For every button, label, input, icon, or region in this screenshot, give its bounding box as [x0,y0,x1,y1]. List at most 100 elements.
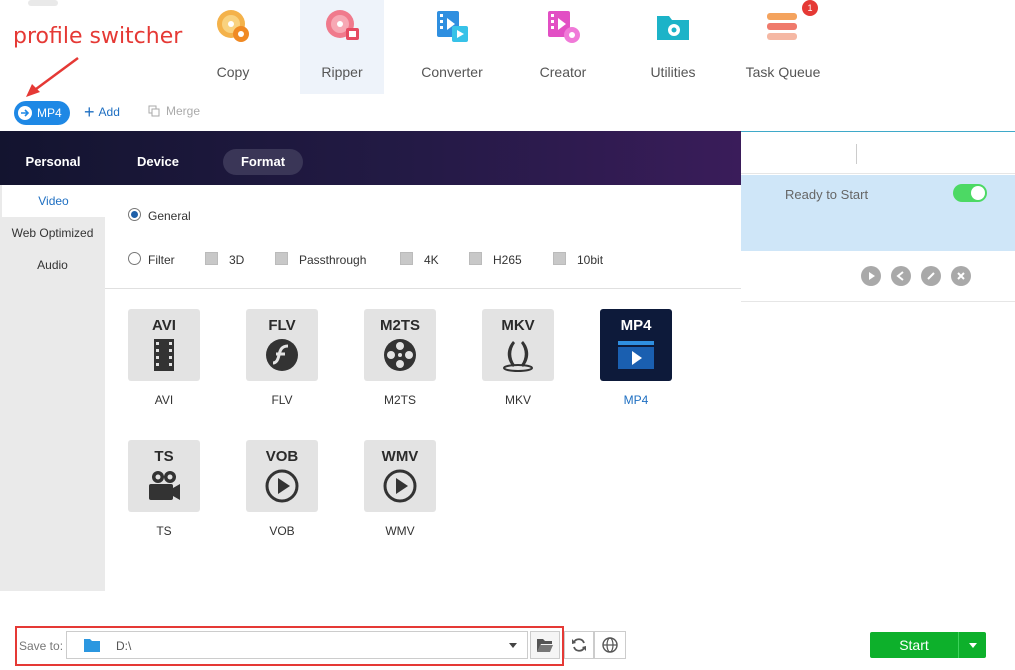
filter-passthrough-label: Passthrough [299,253,367,267]
header-separator [856,144,857,164]
filter-3d-checkbox[interactable] [205,252,218,265]
nav-creator-label: Creator [539,64,587,80]
format-ts-title: TS [154,448,174,465]
plus-icon: + [84,102,95,122]
nav-utilities[interactable]: Utilities [618,0,728,94]
format-vob[interactable]: VOB VOB [246,440,318,538]
remove-button[interactable] [951,266,971,286]
task-queue-badge: 1 [802,0,818,16]
format-wmv-label: WMV [385,524,415,538]
tab-personal[interactable]: Personal [14,149,92,175]
format-avi-title: AVI [152,317,176,334]
filter-4k-checkbox[interactable] [400,252,413,265]
browse-folder-button[interactable] [530,631,560,659]
flash-icon [266,339,298,371]
play-circle-icon [383,469,417,503]
filter-4k-label: 4K [424,253,439,267]
merge-button-label: Merge [166,104,201,118]
merge-icon [148,105,160,117]
format-m2ts[interactable]: M2TS M2TS [364,309,436,407]
annotation-arrow-icon [26,56,79,97]
nav-ripper-label: Ripper [321,64,363,80]
format-mkv-title: MKV [501,317,535,334]
task-status: Ready to Start [785,187,869,202]
filter-passthrough-checkbox[interactable] [275,252,288,265]
pencil-icon [927,272,935,280]
format-m2ts-title: M2TS [379,317,420,334]
format-options: General Filter 3D Passthrough 4K H265 10… [105,185,741,289]
matroska-icon [503,341,533,372]
format-ts-label: TS [156,524,172,538]
filter-label: Filter [148,253,175,267]
task-actions [741,252,1015,302]
nav-converter[interactable]: Converter [397,0,507,94]
filter-h265-label: H265 [493,253,522,267]
format-vob-title: VOB [265,448,299,465]
play-preview-button[interactable] [861,266,881,286]
arrow-right-icon [18,106,32,120]
nav-copy-label: Copy [216,64,250,80]
format-flv-title: FLV [268,317,296,334]
add-button[interactable]: + Add [84,102,120,122]
open-folder-icon [537,639,553,652]
format-avi[interactable]: AVI AVI [128,309,200,407]
chevron-down-icon [509,643,517,648]
toggle-knob [971,186,985,200]
format-mp4-label: MP4 [623,393,649,407]
back-arrow-icon [896,271,904,281]
format-ts[interactable]: TS TS [128,440,200,538]
task-enable-toggle[interactable] [953,184,987,202]
format-flv[interactable]: FLV FLV [246,309,318,407]
filter-radio[interactable] [128,252,141,265]
folder-icon [84,639,100,652]
profile-switcher-button[interactable]: MP4 [14,101,70,125]
format-wmv[interactable]: WMV WMV [364,440,436,538]
film-strip-icon [154,339,174,371]
task-row[interactable]: Ready to Start [741,175,1015,251]
refresh-button[interactable] [564,631,594,659]
nav-creator[interactable]: Creator [508,0,618,94]
general-radio[interactable] [128,208,141,221]
task-panel-header [741,132,1015,174]
filter-3d-label: 3D [229,253,245,267]
save-path-value: D:\ [116,639,132,653]
category-audio[interactable]: Audio [0,249,105,281]
save-path-select[interactable]: D:\ [66,631,528,659]
nav-ripper[interactable]: Ripper [300,0,384,94]
format-mkv-label: MKV [504,393,531,407]
category-web-optimized[interactable]: Web Optimized [0,217,105,249]
back-button[interactable] [891,266,911,286]
film-reel-icon [384,339,416,371]
add-button-label: Add [98,105,120,119]
popup-tab-bar: Personal Device Format [0,131,741,185]
annotation-label: profile switcher [13,24,183,49]
format-mp4[interactable]: MP4 MP4 [600,309,672,407]
category-list: Video Web Optimized Audio [0,185,105,591]
profile-switcher-label: MP4 [37,106,62,120]
filter-10bit-checkbox[interactable] [553,252,566,265]
format-mkv[interactable]: MKV MKV [482,309,554,407]
nav-task-queue[interactable]: 1 Task Queue [728,0,838,94]
task-queue-icon [767,13,797,40]
tab-format[interactable]: Format [223,149,303,175]
tab-device[interactable]: Device [118,149,198,175]
format-flv-label: FLV [271,393,293,407]
faded-header-hint [28,0,58,6]
filter-h265-checkbox[interactable] [469,252,482,265]
play-icon [869,272,875,280]
globe-button[interactable] [594,631,626,659]
utilities-folder-icon [657,16,689,40]
edit-button[interactable] [921,266,941,286]
category-video[interactable]: Video [2,185,105,217]
merge-button[interactable]: Merge [148,104,200,118]
nav-utilities-label: Utilities [650,64,696,80]
creator-film-icon [548,11,580,43]
refresh-icon [572,638,586,652]
save-to-label: Save to: [19,639,64,653]
copy-disc-icon [217,10,249,42]
nav-copy[interactable]: Copy [178,0,288,94]
start-button[interactable]: Start [870,632,958,658]
start-options-dropdown[interactable] [958,632,986,658]
ripper-disc-icon [326,10,359,40]
format-vob-label: VOB [269,524,295,538]
